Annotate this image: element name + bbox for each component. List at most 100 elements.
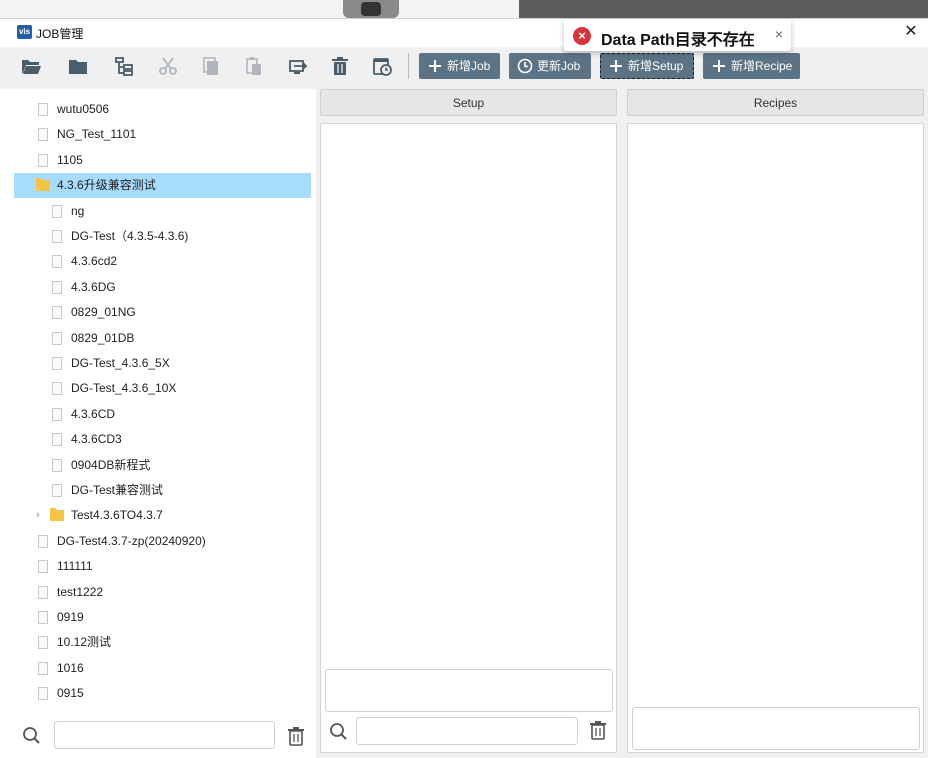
file-icon xyxy=(52,382,62,396)
tree-file-item[interactable]: 0919 xyxy=(14,605,311,630)
tree-search-input[interactable] xyxy=(54,721,275,749)
update-job-label: 更新Job xyxy=(537,59,581,73)
file-icon xyxy=(38,611,48,624)
job-tree: wutu0506 NG_Test_1101 1105 4.3.6升级兼容测试 ng DG-… xyxy=(0,89,316,709)
tree-file-item[interactable]: 1105 xyxy=(14,148,311,173)
toast-message: Data Path目录不存在 xyxy=(601,32,755,49)
tree-file-item[interactable]: 10.12测试 xyxy=(14,630,311,655)
tree-item-label: 0829_01NG xyxy=(71,305,136,320)
tree-file-item[interactable]: NG_Test_1101 xyxy=(14,122,311,147)
folder-icon xyxy=(36,178,50,192)
file-icon xyxy=(38,534,48,548)
toast-close-button[interactable]: × xyxy=(775,26,783,42)
add-job-label: 新增Job xyxy=(447,59,491,73)
file-icon xyxy=(38,128,48,142)
tree-file-item[interactable]: DG-Test_4.3.6_5X xyxy=(14,351,311,376)
error-toast: × Data Path目录不存在 × xyxy=(564,19,791,51)
tree-file-item[interactable]: 4.3.6DG xyxy=(14,275,311,300)
file-icon xyxy=(38,103,48,116)
schedule-icon[interactable] xyxy=(371,55,393,77)
tree-item-label: 0915 xyxy=(57,686,84,701)
tree-file-item[interactable]: 0829_01NG xyxy=(14,300,311,325)
search-icon[interactable] xyxy=(22,726,42,746)
tree-file-item[interactable]: 4.3.6CD xyxy=(14,402,311,427)
tree-file-item[interactable]: 1016 xyxy=(14,656,311,681)
toolbar: 新增Job 更新Job 新增Setup 新增Recipe xyxy=(0,47,928,87)
app-logo-icon: vis xyxy=(17,25,32,39)
window-title: JOB管理 xyxy=(36,27,84,41)
add-job-button[interactable]: 新增Job xyxy=(419,53,500,79)
tree-file-item[interactable]: 4.3.6cd2 xyxy=(14,249,311,274)
tree-item-label: 10.12测试 xyxy=(57,635,112,650)
file-icon xyxy=(52,357,62,370)
tree-item-label: DG-Test（4.3.5-4.3.6) xyxy=(71,229,189,243)
tree-item-label: DG-Test_4.3.6_10X xyxy=(71,381,177,396)
plus-icon xyxy=(713,60,725,72)
copy-icon[interactable] xyxy=(200,55,222,77)
tree-item-label: NG_Test_1101 xyxy=(57,127,137,142)
setup-list[interactable] xyxy=(320,123,617,753)
setup-description-box[interactable] xyxy=(325,669,613,712)
file-icon xyxy=(52,204,62,218)
file-icon xyxy=(38,636,48,650)
tree-item-label: 0829_01DB xyxy=(71,330,135,345)
tree-structure-icon[interactable] xyxy=(113,55,135,77)
file-icon xyxy=(38,560,48,574)
recipes-list[interactable] xyxy=(627,123,924,753)
tree-item-label: 1105 xyxy=(57,152,83,167)
recipe-description-box[interactable] xyxy=(632,707,920,750)
file-icon xyxy=(38,687,48,701)
tree-file-item[interactable]: 111111 xyxy=(14,554,311,579)
file-icon xyxy=(52,255,62,269)
tree-item-label: Test4.3.6TO4.3.7 xyxy=(71,508,163,523)
setup-panel-header: Setup xyxy=(320,89,617,116)
tree-folder-item[interactable]: › Test4.3.6TO4.3.7 xyxy=(14,503,311,528)
close-window-button[interactable]: ✕ xyxy=(902,23,920,41)
tree-item-label: 4.3.6升级兼容测试 xyxy=(57,178,156,193)
tree-item-label: 0919 xyxy=(57,610,84,624)
add-setup-button[interactable]: 新增Setup xyxy=(600,53,694,79)
tree-folder-item[interactable]: 4.3.6升级兼容测试 xyxy=(14,173,311,199)
file-icon xyxy=(52,306,62,320)
add-recipe-button[interactable]: 新增Recipe xyxy=(703,53,800,79)
tree-footer xyxy=(0,709,316,758)
tree-file-item[interactable]: DG-Test_4.3.6_10X xyxy=(14,376,311,401)
recipes-panel-header: Recipes xyxy=(627,89,924,116)
tree-item-label: ng xyxy=(71,203,85,218)
tree-file-item[interactable]: wutu0506 xyxy=(14,97,311,122)
tree-item-label: 4.3.6CD xyxy=(71,406,116,421)
tree-file-item[interactable]: DG-Test（4.3.5-4.3.6) xyxy=(14,224,311,249)
cut-icon[interactable] xyxy=(157,55,179,77)
update-job-button[interactable]: 更新Job xyxy=(509,53,591,79)
file-icon xyxy=(38,661,48,675)
tree-item-label: 4.3.6CD3 xyxy=(71,432,122,447)
add-recipe-label: 新增Recipe xyxy=(731,59,793,73)
clock-icon xyxy=(517,58,533,74)
chevron-right-icon[interactable]: › xyxy=(36,503,40,528)
tree-file-item[interactable]: 4.3.6CD3 xyxy=(14,427,311,452)
paste-icon[interactable] xyxy=(243,55,265,77)
folder-icon[interactable] xyxy=(67,55,89,77)
delete-icon[interactable] xyxy=(329,55,351,77)
open-folder-icon[interactable] xyxy=(20,55,42,77)
tree-file-item[interactable]: ng xyxy=(14,199,311,224)
tree-file-item[interactable]: 0915 xyxy=(14,681,311,706)
tree-file-item[interactable]: DG-Test兼容测试 xyxy=(14,478,311,503)
setup-search-input[interactable] xyxy=(356,717,578,745)
tree-file-item[interactable]: DG-Test4.3.7-zp(20240920) xyxy=(14,529,311,554)
plus-icon xyxy=(429,60,441,72)
trash-icon[interactable] xyxy=(589,720,607,740)
tree-file-item[interactable]: test1222 xyxy=(14,580,311,605)
tree-file-item[interactable]: 0904DB新程式 xyxy=(14,453,311,478)
trash-icon[interactable] xyxy=(287,726,305,746)
file-icon xyxy=(38,585,48,599)
import-icon[interactable] xyxy=(286,55,308,77)
search-icon[interactable] xyxy=(329,722,349,742)
tree-item-label: DG-Test4.3.7-zp(20240920) xyxy=(57,533,206,548)
file-icon xyxy=(52,484,62,497)
toolbar-separator xyxy=(408,53,409,79)
plus-icon xyxy=(610,60,622,72)
tree-item-label: test1222 xyxy=(57,584,104,599)
file-icon xyxy=(38,153,48,167)
tree-file-item[interactable]: 0829_01DB xyxy=(14,326,311,351)
